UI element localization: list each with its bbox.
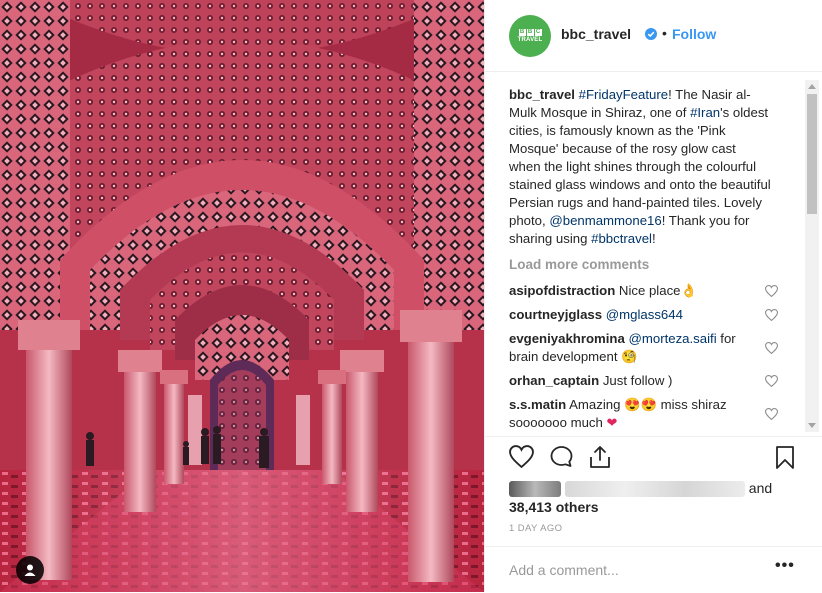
header-username[interactable]: bbc_travel [561, 26, 631, 42]
heart-icon[interactable] [764, 374, 779, 392]
likes-count[interactable]: 38,413 others [509, 499, 599, 515]
follow-button[interactable]: Follow [672, 26, 716, 42]
comment-input[interactable] [507, 559, 751, 581]
comment-emoji: ❤ [606, 415, 618, 430]
comment-item: courtneyjglass @mglass644 [509, 306, 759, 324]
likes-and: and [748, 480, 773, 496]
mention-link[interactable]: @mglass644 [606, 307, 683, 322]
scroll-up-arrow[interactable] [808, 84, 816, 89]
comment-item: orhan_captain Just follow ) [509, 372, 759, 390]
comment-item: s.s.matin Amazing 😍😍 miss shiraz soooooo… [509, 396, 759, 432]
post-header: B B C TRAVEL bbc_travel • Follow [485, 0, 822, 72]
caption-text: 's oldest cities, is famously known as t… [509, 105, 771, 228]
mention-link[interactable]: @benmammone16 [549, 213, 661, 228]
heart-icon[interactable] [509, 445, 534, 473]
caption: bbc_travel #FridayFeature! The Nasir al-… [509, 86, 771, 248]
post-photo[interactable] [0, 0, 484, 592]
likes-summary: and 38,413 others [509, 479, 799, 517]
caption-username[interactable]: bbc_travel [509, 87, 575, 102]
avatar-letter: B [518, 29, 526, 36]
load-more-comments-button[interactable]: Load more comments [509, 257, 649, 272]
user-tag-icon[interactable] [16, 556, 44, 584]
caption-text: ! [651, 231, 656, 246]
liker-avatars [509, 481, 561, 498]
comment-username[interactable]: s.s.matin [509, 397, 566, 412]
comment-username[interactable]: asipofdistraction [509, 283, 615, 298]
hashtag-link[interactable]: #bbctravel [591, 231, 652, 246]
comment-emoji: 👌 [680, 283, 697, 298]
comment-item: asipofdistraction Nice place👌 [509, 282, 759, 300]
share-icon[interactable] [589, 445, 611, 474]
comments-area[interactable]: bbc_travel #FridayFeature! The Nasir al-… [485, 80, 822, 436]
comment-username[interactable]: courtneyjglass [509, 307, 602, 322]
comment-username[interactable]: evgeniyakhromina [509, 331, 625, 346]
mention-link[interactable]: @morteza.saifi [628, 331, 716, 346]
heart-icon[interactable] [764, 407, 779, 425]
comment-emoji: 🧐 [621, 349, 638, 364]
more-options-icon[interactable]: ••• [775, 557, 795, 575]
add-comment-bar: ••• [485, 546, 822, 593]
comment-emoji: 😍 [624, 397, 641, 412]
comment-item: evgeniyakhromina @morteza.saifi for brai… [509, 330, 759, 366]
heart-icon[interactable] [764, 341, 779, 359]
hashtag-link[interactable]: #Iran [690, 105, 720, 120]
comment-icon[interactable] [549, 445, 574, 474]
avatar-letter: B [526, 29, 534, 36]
mosque-image [0, 0, 484, 592]
comment-emoji: 😍 [640, 397, 657, 412]
comment-text: Just follow ) [602, 373, 673, 388]
avatar-letter: C [534, 29, 542, 36]
bookmark-icon[interactable] [775, 445, 795, 475]
scroll-thumb[interactable] [807, 94, 817, 214]
hashtag-link[interactable]: #FridayFeature [579, 87, 668, 102]
avatar-subtitle: TRAVEL [517, 37, 543, 43]
separator-dot: • [662, 25, 667, 41]
post-timestamp: 1 DAY AGO [509, 523, 563, 534]
verified-badge-icon [645, 27, 657, 45]
heart-icon[interactable] [764, 284, 779, 302]
heart-icon[interactable] [764, 308, 779, 326]
post-actions: and 38,413 others 1 DAY AGO [485, 436, 822, 537]
comment-text: Nice place [618, 283, 681, 298]
comments-scrollbar[interactable] [805, 80, 819, 432]
liker-names-blurred [564, 481, 745, 498]
post-details-panel: B B C TRAVEL bbc_travel • Follow bbc_tra… [484, 0, 822, 592]
avatar[interactable]: B B C TRAVEL [509, 15, 551, 57]
comment-username[interactable]: orhan_captain [509, 373, 599, 388]
comment-text: Amazing [569, 397, 621, 412]
scroll-down-arrow[interactable] [808, 423, 816, 428]
